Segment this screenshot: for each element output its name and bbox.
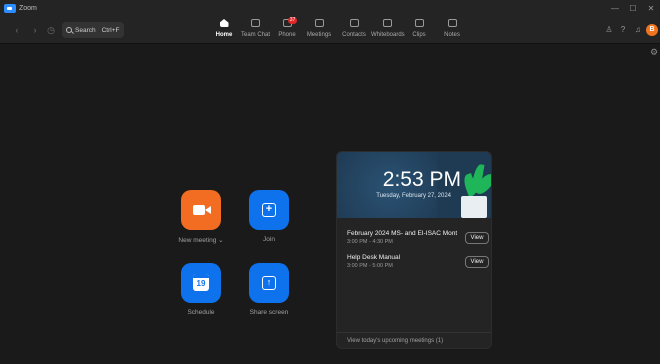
tab-label: Home [215, 32, 233, 38]
schedule-label: Schedule [187, 309, 215, 316]
new-meeting-label: New meeting [178, 237, 217, 244]
tab-notes[interactable]: Notes [441, 19, 463, 43]
video-icon [314, 19, 324, 27]
settings-gear-icon[interactable]: ⚙ [650, 48, 658, 57]
tab-phone[interactable]: 37 Phone [277, 17, 298, 43]
chat-icon [250, 19, 260, 27]
whiteboard-icon [382, 19, 392, 27]
phone-badge: 37 [287, 17, 298, 24]
card-header: 2:53 PM Tuesday, February 27, 2024 [337, 152, 491, 218]
search-label: Search [75, 26, 96, 34]
tab-whiteboards[interactable]: Whiteboards [371, 19, 405, 43]
schedule-action[interactable]: 19 Schedule [171, 263, 231, 316]
plus-icon: + [262, 203, 276, 217]
notes-icon [447, 19, 457, 27]
avatar[interactable]: B [646, 24, 658, 36]
app-title: Zoom [19, 4, 37, 12]
tab-label: Clips [412, 32, 426, 38]
close-button[interactable]: ✕ [642, 0, 660, 16]
schedule-button[interactable]: 19 [181, 263, 221, 303]
share-arrow-icon: ↑ [262, 276, 276, 290]
window-controls: — ☐ ✕ [606, 0, 660, 16]
back-arrow-icon[interactable]: ‹ [12, 25, 22, 35]
top-toolbar: ‹ › ◷ Search Ctrl+F Home Team Chat 37 Ph… [0, 16, 660, 44]
notifications-icon[interactable]: ♫ [633, 25, 643, 35]
search-input[interactable]: Search Ctrl+F [62, 22, 124, 38]
upcoming-meetings-link[interactable]: View today's upcoming meetings (1) [337, 332, 491, 348]
tab-meetings[interactable]: Meetings [305, 19, 333, 43]
share-screen-label: Share screen [249, 309, 289, 316]
calendar-icon: 19 [193, 274, 209, 291]
tab-label: Team Chat [241, 32, 271, 38]
plant-pot [461, 196, 487, 218]
home-icon [219, 19, 229, 27]
view-button[interactable]: View [465, 256, 489, 268]
forward-arrow-icon[interactable]: › [30, 25, 40, 35]
current-time: 2:53 PM [382, 168, 461, 191]
help-icon[interactable]: ? [618, 25, 628, 35]
tab-label: Contacts [342, 32, 366, 38]
join-label: Join [263, 236, 275, 243]
view-button[interactable]: View [465, 232, 489, 244]
chevron-down-icon[interactable]: ⌄ [218, 237, 223, 244]
contacts-icon [349, 19, 359, 27]
meetings-card: 2:53 PM Tuesday, February 27, 2024 Febru… [336, 151, 492, 349]
tab-label: Phone [278, 32, 296, 38]
tab-label: Notes [444, 32, 460, 38]
meeting-title: Help Desk Manual [347, 254, 401, 261]
camera-icon [193, 205, 205, 215]
camera-lens-icon [205, 206, 211, 214]
minimize-button[interactable]: — [606, 0, 624, 16]
tab-clips[interactable]: Clips [409, 19, 429, 43]
join-button[interactable]: + [249, 190, 289, 230]
maximize-button[interactable]: ☐ [624, 0, 642, 16]
search-icon [66, 27, 72, 33]
new-meeting-button[interactable] [181, 190, 221, 230]
list-item[interactable]: Help Desk Manual 3:00 PM - 5:00 PM View [347, 254, 489, 269]
search-shortcut: Ctrl+F [101, 26, 120, 34]
tab-label: Whiteboards [371, 32, 405, 38]
share-screen-button[interactable]: ↑ [249, 263, 289, 303]
zoom-logo-icon [4, 3, 16, 13]
title-bar: Zoom — ☐ ✕ [0, 0, 660, 16]
tab-contacts[interactable]: Contacts [341, 19, 367, 43]
share-screen-action[interactable]: ↑ Share screen [239, 263, 299, 316]
join-action[interactable]: + Join [239, 190, 299, 243]
list-item[interactable]: February 2024 MS- and EI-ISAC Month... 3… [347, 230, 489, 245]
home-panel: ⚙ New meeting ⌄ + Join 19 Schedule ↑ Sha… [0, 44, 660, 364]
meeting-title: February 2024 MS- and EI-ISAC Month... [347, 230, 457, 237]
current-date: Tuesday, February 27, 2024 [376, 193, 451, 199]
history-icon[interactable]: ◷ [46, 25, 56, 35]
tab-home[interactable]: Home [213, 19, 235, 43]
tab-label: Meetings [306, 32, 332, 38]
meeting-list: February 2024 MS- and EI-ISAC Month... 3… [337, 218, 491, 348]
new-meeting-action[interactable]: New meeting ⌄ [171, 190, 231, 244]
tab-team-chat[interactable]: Team Chat [241, 19, 271, 43]
person-icon[interactable]: ♙ [604, 25, 614, 35]
clips-icon [414, 19, 424, 27]
